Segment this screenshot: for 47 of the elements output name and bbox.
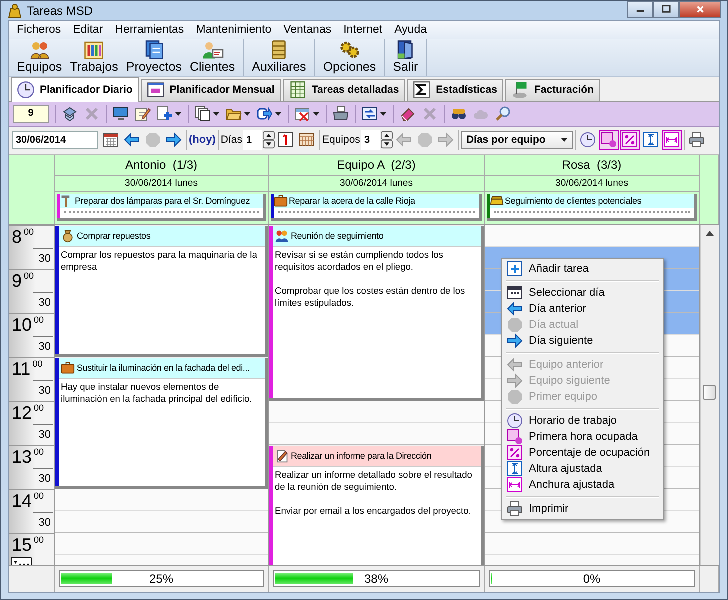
percent-label: 38%: [364, 572, 389, 586]
hour-label: 9: [12, 270, 22, 292]
hour-label: 13: [12, 446, 32, 468]
minute-label: 00: [32, 358, 43, 370]
hour-label: 14: [12, 490, 32, 512]
percent-label: 0%: [583, 572, 601, 586]
column-header: Equipo A (2/3): [269, 155, 485, 176]
column-date: 30/06/2014 lunes: [485, 176, 700, 192]
task-description: Hay que instalar nuevos elementos de iluminación en la fachada principal del edificio.: [60, 381, 254, 406]
minute-label: 30: [32, 468, 53, 490]
task-title: Preparar dos lámparas para el Sr. Domínguez: [75, 196, 250, 206]
minute-label: 00: [24, 226, 34, 238]
minute-label: 00: [34, 314, 44, 326]
hour-label: 15: [12, 534, 32, 556]
minute-label: 00: [34, 402, 44, 414]
minute-label: 00: [34, 534, 44, 546]
minute-label: 00: [24, 270, 34, 282]
task-description: Realizar un informe detallado sobre el resultado de la reunión de seguimiento. Enviar por email a los encargados del proyecto.: [274, 469, 474, 518]
column-date: 30/06/2014 lunes: [269, 176, 485, 192]
minute-label: 00: [34, 446, 44, 458]
column-header: Antonio (1/3): [55, 155, 269, 176]
column-date: 30/06/2014 lunes: [55, 176, 269, 192]
hour-label: 12: [12, 402, 32, 424]
task-title: Reunión de seguimiento: [291, 231, 384, 242]
minute-label: 30: [32, 512, 53, 534]
minute-label: 00: [34, 490, 44, 502]
column-header: Rosa (3/3): [485, 155, 700, 176]
days-label: Días: [220, 134, 242, 146]
minute-label: 30: [32, 336, 53, 358]
task-title: Comprar repuestos: [77, 231, 151, 242]
hour-label: 10: [12, 314, 32, 336]
minute-label: 30: [32, 380, 53, 402]
minute-label: 30: [32, 248, 53, 270]
window-title: Tareas MSD: [27, 4, 94, 18]
hour-label: 11: [12, 358, 31, 380]
task-description: Comprar los repuestos para la maquinaria de la empresa: [60, 249, 258, 274]
minute-label: 30: [32, 424, 53, 446]
teams-label: Equipos: [322, 134, 360, 146]
task-title: Realizar un informe para la Dirección: [291, 451, 432, 462]
task-title: Seguimiento de clientes potenciales: [505, 196, 642, 206]
percent-label: 25%: [149, 572, 174, 586]
task-title: Reparar la acera de la calle Rioja: [289, 196, 416, 206]
minute-label: 30: [32, 292, 53, 314]
task-title: Sustituir la iluminación en la fachada del edi...: [77, 363, 250, 374]
hour-label: 8: [12, 226, 22, 248]
task-description: Revisar si se están cumpliendo todos los requisitos acordados en el pliego. Comprobar que los costes están dentro de los límites estipulados.: [274, 249, 466, 310]
task-count: 9: [13, 104, 49, 123]
